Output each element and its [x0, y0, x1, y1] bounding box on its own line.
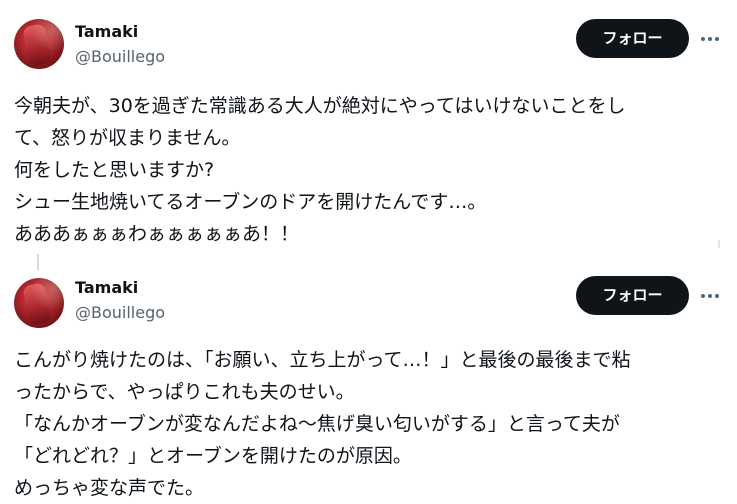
tweet-text-line: 何をしたと思いますか?: [14, 159, 215, 181]
scrollbar[interactable]: [718, 240, 720, 248]
tweet-text-line: ったからで、やっぱりこれも夫のせい。: [14, 381, 355, 403]
dot-icon: [708, 37, 712, 41]
dot-icon: [715, 294, 719, 298]
tweet-text-line: シュー生地焼いてるオーブンのドアを開けたんです…。: [14, 191, 487, 213]
author-name[interactable]: Tamaki: [75, 22, 138, 42]
tweet-1[interactable]: Tamaki @Bouillego フォロー 今朝夫が、30を過ぎた常識ある大人…: [0, 0, 737, 258]
more-options-icon[interactable]: [696, 29, 724, 49]
tweet-text-line: 「どれどれ？」とオーブンを開けたのが原因。: [14, 445, 412, 467]
dot-icon: [701, 37, 705, 41]
author-handle[interactable]: @Bouillego: [75, 47, 165, 67]
dot-icon: [708, 294, 712, 298]
tweet-text-line: こんがり焼けたのは、「お願い、立ち上がって…！」と最後の最後まで粘: [14, 349, 631, 371]
tweet-text: 今朝夫が、30を過ぎた常識ある大人が絶対にやってはいけないことをし て、怒りが収…: [14, 90, 726, 250]
tweet-text-line: て、怒りが収まりません。: [14, 127, 241, 149]
tweet-text-line: 「なんかオーブンが変なんだよね〜焦げ臭い匂いがする」と言って夫が: [14, 413, 620, 435]
tweet-2[interactable]: Tamaki @Bouillego フォロー こんがり焼けたのは、「お願い、立ち…: [0, 258, 737, 504]
dot-icon: [701, 294, 705, 298]
tweet-text-line: めっちゃ変な声でた。: [14, 477, 205, 499]
tweet-text: こんがり焼けたのは、「お願い、立ち上がって…！」と最後の最後まで粘 ったからで、…: [14, 344, 726, 504]
more-options-icon[interactable]: [696, 286, 724, 306]
author-handle[interactable]: @Bouillego: [75, 303, 165, 323]
avatar[interactable]: [14, 19, 64, 69]
follow-button[interactable]: フォロー: [576, 276, 689, 315]
follow-button[interactable]: フォロー: [576, 19, 689, 58]
author-name[interactable]: Tamaki: [75, 278, 138, 298]
dot-icon: [715, 37, 719, 41]
tweet-text-line: 今朝夫が、30を過ぎた常識ある大人が絶対にやってはいけないことをし: [14, 95, 626, 117]
tweet-text-line: あああぁぁぁわぁぁぁぁぁあ！！: [14, 223, 300, 245]
avatar[interactable]: [14, 278, 64, 328]
